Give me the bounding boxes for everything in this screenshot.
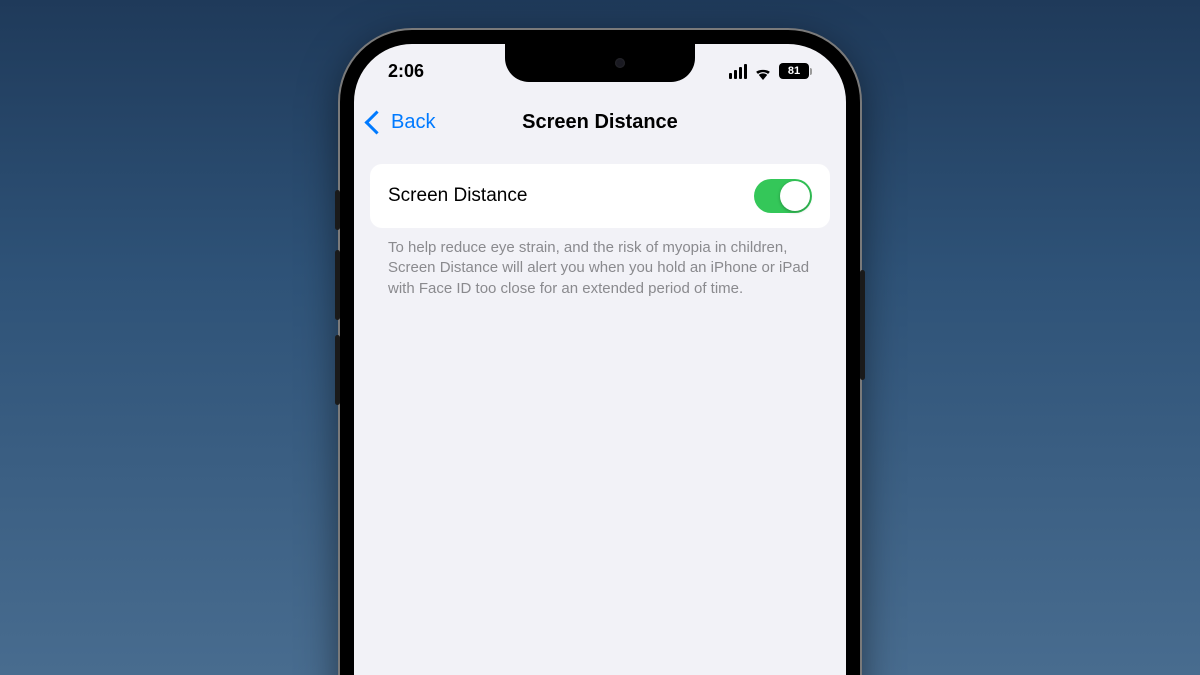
volume-up-button [335,250,340,320]
power-button [860,270,865,380]
chevron-left-icon [364,110,388,134]
iphone-frame: 2:06 81 Back Screen Distanc [340,30,860,675]
back-label: Back [391,111,435,134]
screen: 2:06 81 Back Screen Distanc [354,44,846,675]
status-right: 81 [729,63,813,79]
battery-indicator: 81 [779,63,812,79]
back-button[interactable]: Back [368,111,435,134]
toggle-knob [780,181,810,211]
battery-level: 81 [779,63,809,79]
volume-down-button [335,335,340,405]
screen-distance-toggle[interactable] [754,179,812,213]
clock: 2:06 [388,61,424,82]
nav-bar: Back Screen Distance [354,98,846,146]
backdrop: 2:06 81 Back Screen Distanc [0,0,1200,675]
wifi-icon [753,64,773,78]
camera-dot [615,58,625,68]
row-description: To help reduce eye strain, and the risk … [370,228,830,299]
mute-switch [335,190,340,230]
row-label: Screen Distance [388,185,527,207]
notch [505,44,695,82]
screen-distance-row: Screen Distance [370,164,830,228]
cellular-icon [729,64,748,79]
content-area: Screen Distance To help reduce eye strai… [354,146,846,317]
